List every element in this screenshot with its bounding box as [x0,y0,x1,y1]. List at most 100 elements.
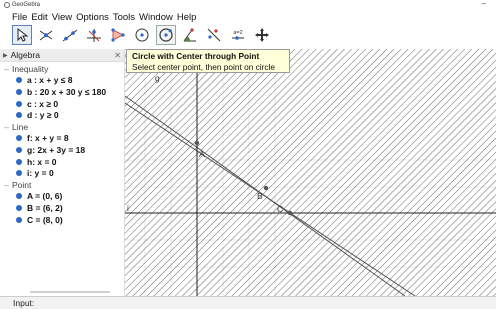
move-graphics-view-icon [255,28,269,42]
label-point-b: B [257,191,263,201]
tooltip-description: Select center point, then point on circl… [132,61,275,72]
object-definition: b : 20 x + 30 y ≤ 180 [27,86,107,97]
visibility-dot-icon[interactable] [16,77,22,84]
menu-tools[interactable]: Tools [113,12,135,23]
list-item[interactable]: h: x = 0 [0,156,124,168]
point-b[interactable] [263,185,269,191]
list-item[interactable]: d : y ≥ 0 [0,109,124,121]
list-item[interactable]: f: x + y = 8 [0,133,124,145]
label-point-c: C [277,204,283,214]
minimize-button[interactable]: – [482,0,486,8]
visibility-dot-icon[interactable] [16,88,22,95]
collapse-group-icon: – [4,63,10,74]
visibility-dot-icon[interactable] [16,170,22,177]
point-tool-button[interactable] [36,25,56,45]
line-through-two-points-icon [62,29,78,42]
algebra-scrollbar[interactable] [30,291,110,293]
input-bar[interactable]: Input: [0,296,496,309]
move-tool-button[interactable] [12,25,32,45]
graphics-canvas[interactable]: A B C g h i [125,49,496,296]
angle-tool-button[interactable] [180,25,200,45]
object-definition: C = (8, 0) [27,214,63,225]
title-bar: GeoGebra – [0,0,496,10]
list-item[interactable]: a : x + y ≤ 8 [0,75,124,87]
visibility-dot-icon[interactable] [16,112,22,119]
menu-edit[interactable]: Edit [31,12,47,23]
point-a[interactable] [194,140,200,146]
slider-tool-button[interactable]: a=2 [228,25,248,45]
algebra-list: – Inequality a : x + y ≤ 8 b : 20 x + 30… [0,62,124,225]
close-icon[interactable]: ✕ [114,51,121,60]
circle-icon [135,28,149,42]
list-item[interactable]: B = (6, 2) [0,202,124,214]
slider-icon: a=2 [232,30,244,40]
polygon-icon [111,28,125,42]
menu-bar: File Edit View Options Tools Window Help [0,10,200,24]
window-title: GeoGebra [12,2,41,8]
visibility-dot-icon[interactable] [16,216,22,223]
algebra-view: ▶ Algebra ✕ – Inequality a : x + y ≤ 8 b… [0,49,124,296]
list-item[interactable]: C = (8, 0) [0,214,124,226]
visibility-dot-icon[interactable] [16,100,22,107]
perpendicular-line-tool-button[interactable] [84,25,104,45]
object-definition: d : y ≥ 0 [27,110,59,121]
geogebra-window: GeoGebra – File Edit View Options Tools … [0,0,496,309]
reflect-about-line-icon [207,28,221,42]
collapse-triangle-icon[interactable]: ▶ [3,52,8,59]
list-item[interactable]: i: y = 0 [0,167,124,179]
label-point-a: A [199,149,205,159]
infeasible-region-hatch [125,49,496,296]
line-tool-button[interactable] [60,25,80,45]
object-definition: A = (0, 6) [27,191,63,202]
graphics-view[interactable]: A B C g h i [124,49,496,296]
circle-center-through-point-icon [159,28,173,42]
list-item[interactable]: A = (0, 6) [0,191,124,203]
algebra-header: ▶ Algebra ✕ [0,49,124,62]
tool-tooltip: Circle with Center through Point Select … [126,49,290,73]
slider-icon-text: a=2 [233,30,242,36]
visibility-dot-icon[interactable] [16,146,22,153]
perpendicular-line-icon [87,29,101,42]
object-definition: h: x = 0 [27,156,57,167]
object-definition: c : x ≥ 0 [27,98,59,109]
group-header-point[interactable]: – Point [0,179,124,191]
object-definition: B = (6, 2) [27,202,63,213]
group-header-line[interactable]: – Line [0,121,124,133]
input-label: Input: [13,298,35,308]
object-definition: a : x + y ≤ 8 [27,75,73,86]
point-c[interactable] [287,210,293,216]
move-arrow-icon [17,27,29,42]
list-item[interactable]: g: 2x + 3y = 18 [0,144,124,156]
reflect-tool-button[interactable] [204,25,224,45]
group-header-inequality[interactable]: – Inequality [0,63,124,75]
menu-options[interactable]: Options [76,12,109,23]
list-item[interactable]: c : x ≥ 0 [0,98,124,110]
circle-tool-button[interactable] [132,25,152,45]
menu-view[interactable]: View [52,12,72,23]
point-icon [39,30,53,41]
angle-icon [183,28,196,42]
label-line-g: g [155,73,160,83]
object-definition: g: 2x + 3y = 18 [27,144,86,155]
object-definition: i: y = 0 [27,168,54,179]
list-item[interactable]: b : 20 x + 30 y ≤ 180 [0,86,124,98]
menu-window[interactable]: Window [139,12,173,23]
label-line-i: i [127,203,129,213]
algebra-title: Algebra [10,50,40,60]
group-label: Inequality [12,63,49,74]
menu-file[interactable]: File [12,12,27,23]
group-label: Line [12,121,29,132]
object-definition: f: x + y = 8 [27,133,69,144]
visibility-dot-icon[interactable] [16,135,22,142]
visibility-dot-icon[interactable] [16,158,22,165]
menu-help[interactable]: Help [177,12,197,23]
toolbar: a=2 [0,24,496,48]
polygon-tool-button[interactable] [108,25,128,45]
group-label: Point [12,179,32,190]
visibility-dot-icon[interactable] [16,193,22,200]
circle-center-through-point-tool-button[interactable] [156,25,176,45]
move-graphics-view-tool-button[interactable] [252,25,272,45]
visibility-dot-icon[interactable] [16,204,22,211]
collapse-group-icon: – [4,179,10,190]
collapse-group-icon: – [4,121,10,132]
